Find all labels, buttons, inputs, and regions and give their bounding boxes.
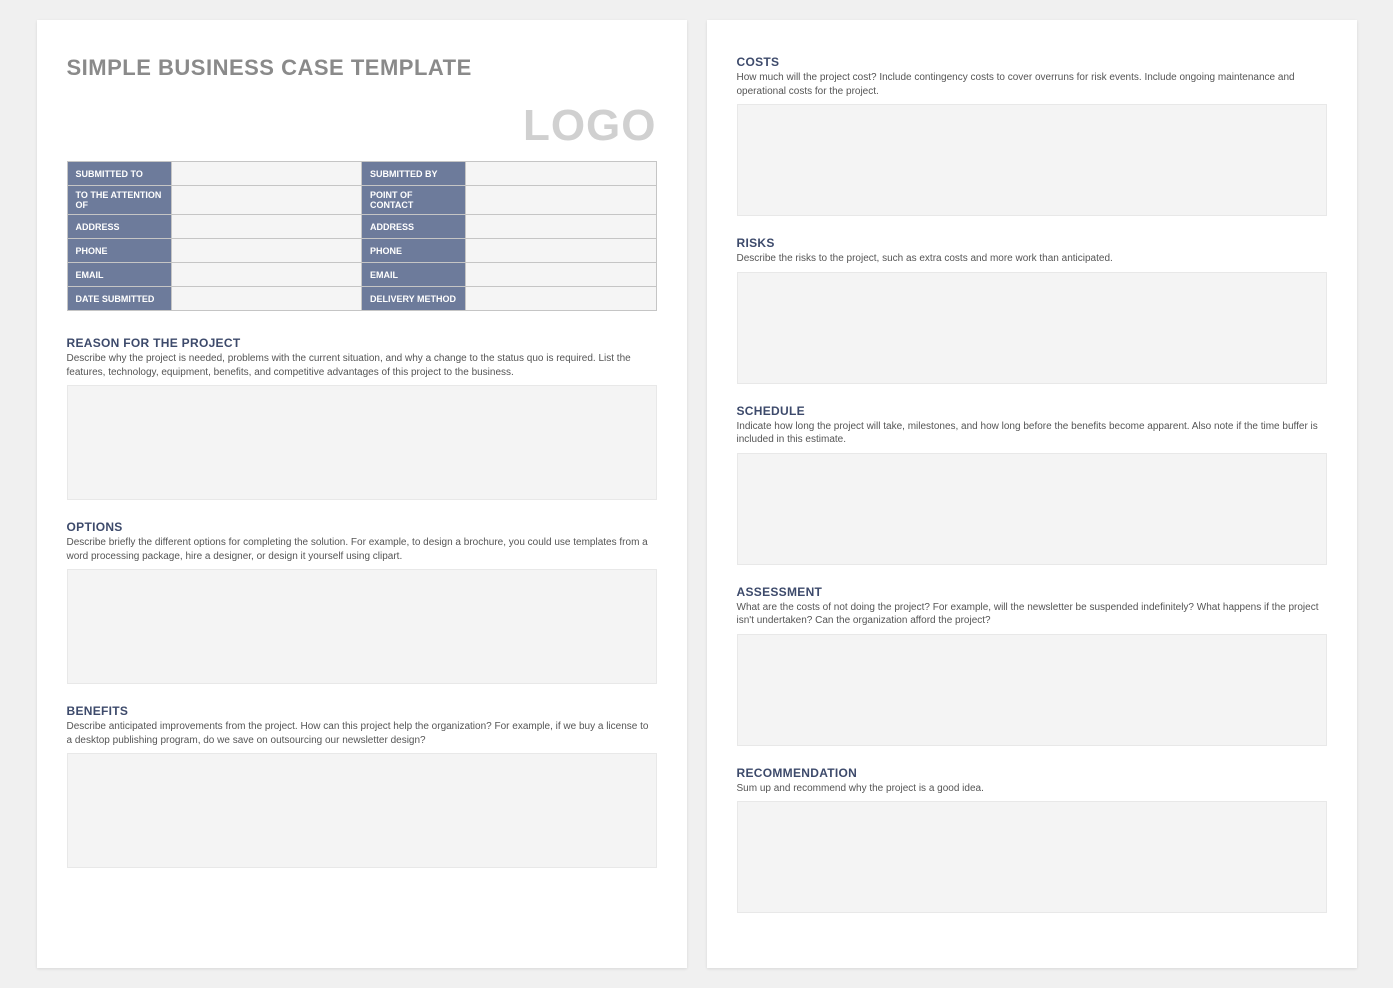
section-head: RECOMMENDATION	[737, 766, 1327, 780]
cell-label-attention: TO THE ATTENTION OF	[67, 186, 171, 215]
section-input-costs[interactable]	[737, 104, 1327, 216]
cell-value-address-left[interactable]	[171, 215, 361, 239]
section-desc: Describe anticipated improvements from t…	[67, 720, 657, 747]
page-2: COSTS How much will the project cost? In…	[707, 20, 1357, 968]
section-input-recommendation[interactable]	[737, 801, 1327, 913]
section-desc: Describe briefly the different options f…	[67, 536, 657, 563]
section-desc: What are the costs of not doing the proj…	[737, 601, 1327, 628]
section-desc: Describe why the project is needed, prob…	[67, 352, 657, 379]
section-reason: REASON FOR THE PROJECT Describe why the …	[67, 336, 657, 500]
section-head: RISKS	[737, 236, 1327, 250]
section-head: SCHEDULE	[737, 404, 1327, 418]
cell-label-phone-left: PHONE	[67, 239, 171, 263]
cell-value-email-left[interactable]	[171, 263, 361, 287]
info-row: DATE SUBMITTED DELIVERY METHOD	[67, 287, 656, 311]
info-row: PHONE PHONE	[67, 239, 656, 263]
cell-value-phone-left[interactable]	[171, 239, 361, 263]
cell-value-attention[interactable]	[171, 186, 361, 215]
cell-value-email-right[interactable]	[466, 263, 656, 287]
cell-label-submitted-to: SUBMITTED TO	[67, 162, 171, 186]
cell-label-poc: POINT OF CONTACT	[361, 186, 465, 215]
section-head: ASSESSMENT	[737, 585, 1327, 599]
section-input-assessment[interactable]	[737, 634, 1327, 746]
section-assessment: ASSESSMENT What are the costs of not doi…	[737, 585, 1327, 746]
section-input-reason[interactable]	[67, 385, 657, 500]
section-desc: Describe the risks to the project, such …	[737, 252, 1327, 266]
section-recommendation: RECOMMENDATION Sum up and recommend why …	[737, 766, 1327, 914]
cell-label-date: DATE SUBMITTED	[67, 287, 171, 311]
section-desc: How much will the project cost? Include …	[737, 71, 1327, 98]
cell-value-address-right[interactable]	[466, 215, 656, 239]
cell-label-delivery: DELIVERY METHOD	[361, 287, 465, 311]
info-row: SUBMITTED TO SUBMITTED BY	[67, 162, 656, 186]
info-row: EMAIL EMAIL	[67, 263, 656, 287]
section-risks: RISKS Describe the risks to the project,…	[737, 236, 1327, 384]
cell-value-phone-right[interactable]	[466, 239, 656, 263]
cell-label-email-left: EMAIL	[67, 263, 171, 287]
section-head: REASON FOR THE PROJECT	[67, 336, 657, 350]
section-desc: Sum up and recommend why the project is …	[737, 782, 1327, 796]
cell-value-submitted-to[interactable]	[171, 162, 361, 186]
section-input-options[interactable]	[67, 569, 657, 684]
section-benefits: BENEFITS Describe anticipated improvemen…	[67, 704, 657, 868]
cell-label-submitted-by: SUBMITTED BY	[361, 162, 465, 186]
cell-label-address-left: ADDRESS	[67, 215, 171, 239]
section-options: OPTIONS Describe briefly the different o…	[67, 520, 657, 684]
section-head: COSTS	[737, 55, 1327, 69]
cell-label-address-right: ADDRESS	[361, 215, 465, 239]
info-row: ADDRESS ADDRESS	[67, 215, 656, 239]
page-1: SIMPLE BUSINESS CASE TEMPLATE LOGO SUBMI…	[37, 20, 687, 968]
section-input-schedule[interactable]	[737, 453, 1327, 565]
cell-value-submitted-by[interactable]	[466, 162, 656, 186]
document-title: SIMPLE BUSINESS CASE TEMPLATE	[67, 55, 657, 81]
cell-value-date[interactable]	[171, 287, 361, 311]
cell-value-delivery[interactable]	[466, 287, 656, 311]
section-input-risks[interactable]	[737, 272, 1327, 384]
section-costs: COSTS How much will the project cost? In…	[737, 55, 1327, 216]
section-head: BENEFITS	[67, 704, 657, 718]
section-input-benefits[interactable]	[67, 753, 657, 868]
section-head: OPTIONS	[67, 520, 657, 534]
cell-value-poc[interactable]	[466, 186, 656, 215]
cell-label-email-right: EMAIL	[361, 263, 465, 287]
section-desc: Indicate how long the project will take,…	[737, 420, 1327, 447]
section-schedule: SCHEDULE Indicate how long the project w…	[737, 404, 1327, 565]
logo-placeholder: LOGO	[67, 101, 657, 151]
info-table: SUBMITTED TO SUBMITTED BY TO THE ATTENTI…	[67, 161, 657, 311]
cell-label-phone-right: PHONE	[361, 239, 465, 263]
info-row: TO THE ATTENTION OF POINT OF CONTACT	[67, 186, 656, 215]
